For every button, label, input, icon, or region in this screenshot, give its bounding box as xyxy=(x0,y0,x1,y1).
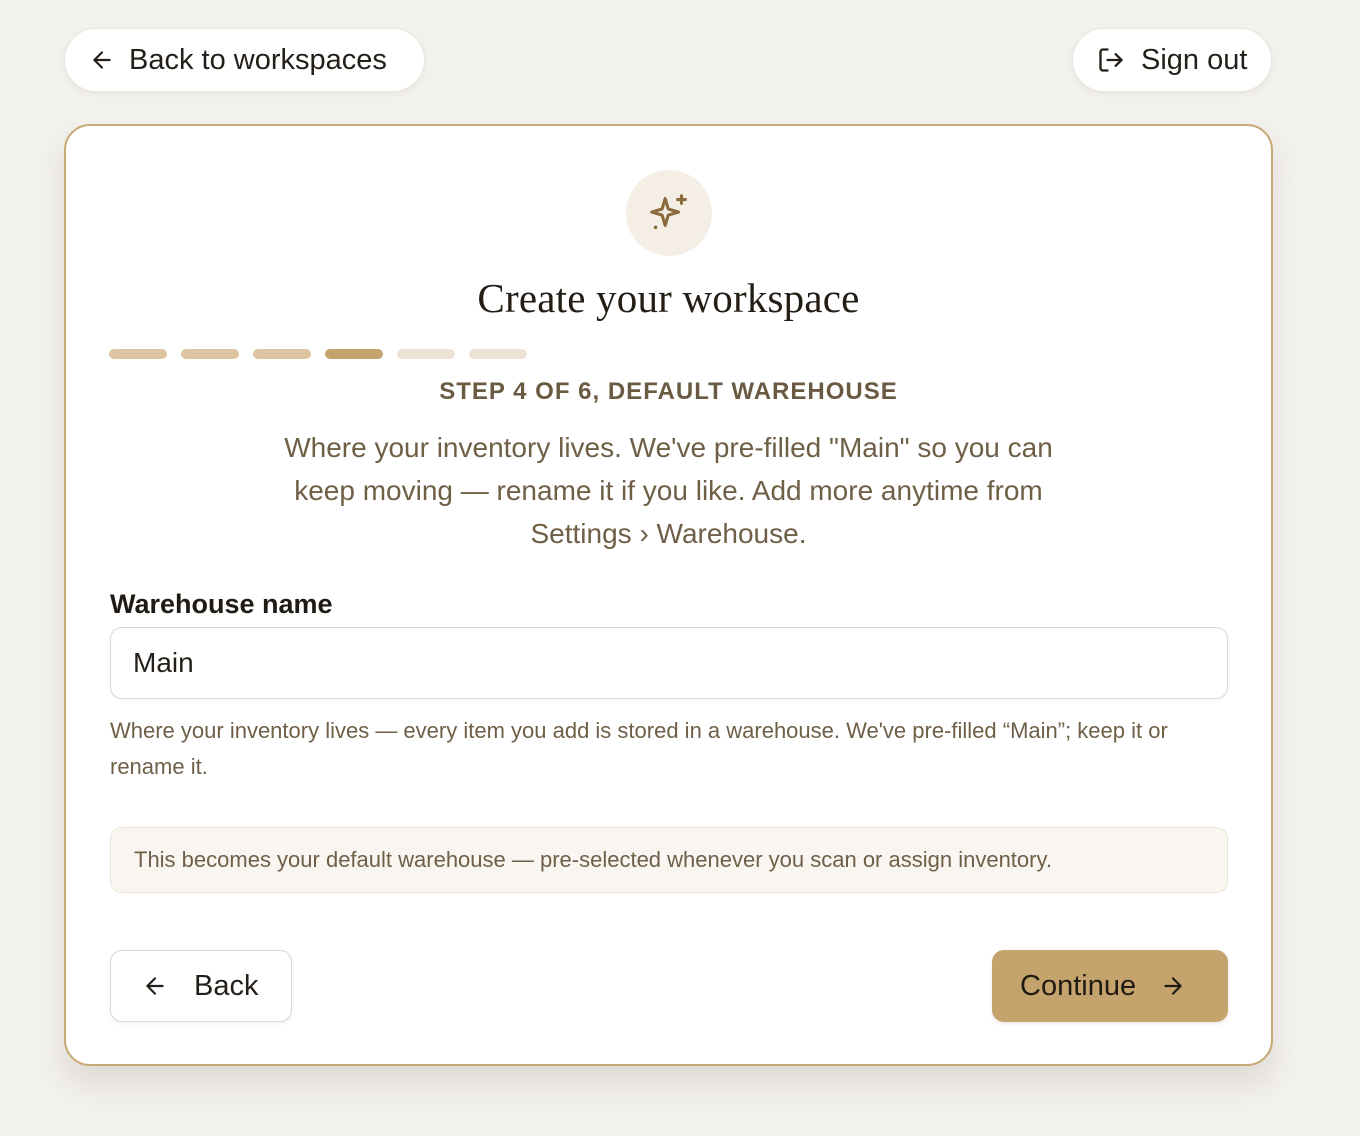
back-button-label: Back xyxy=(194,969,259,1002)
back-to-workspaces-button[interactable]: Back to workspaces xyxy=(64,28,425,92)
step-progress xyxy=(109,349,527,359)
warehouse-name-input[interactable] xyxy=(110,627,1228,699)
arrow-right-icon xyxy=(1160,973,1186,999)
warehouse-name-label: Warehouse name xyxy=(110,589,333,619)
continue-button[interactable]: Continue xyxy=(992,950,1228,1022)
warehouse-help-text: Where your inventory lives — every item … xyxy=(110,718,1168,779)
onboarding-card: Create your workspace STEP 4 OF 6, DEFAU… xyxy=(64,124,1273,1066)
sign-out-button[interactable]: Sign out xyxy=(1072,28,1272,92)
continue-button-label: Continue xyxy=(1020,969,1137,1002)
sparkles-icon xyxy=(646,190,692,236)
back-button[interactable]: Back xyxy=(110,950,292,1022)
log-out-icon xyxy=(1097,46,1125,74)
progress-segment xyxy=(253,349,311,359)
progress-segment xyxy=(109,349,167,359)
default-warehouse-note: This becomes your default warehouse — pr… xyxy=(110,827,1228,893)
sparkles-badge xyxy=(626,170,712,256)
progress-segment xyxy=(469,349,527,359)
sign-out-label: Sign out xyxy=(1141,43,1248,76)
step-description: Where your inventory lives. We've pre-fi… xyxy=(284,432,1053,549)
progress-segment xyxy=(325,349,383,359)
arrow-left-icon xyxy=(89,47,115,73)
default-warehouse-note-text: This becomes your default warehouse — pr… xyxy=(134,847,1052,872)
arrow-left-icon xyxy=(142,973,168,999)
progress-segment xyxy=(397,349,455,359)
progress-segment xyxy=(181,349,239,359)
back-to-workspaces-label: Back to workspaces xyxy=(129,43,387,76)
step-label: STEP 4 OF 6, DEFAULT WAREHOUSE xyxy=(439,378,898,405)
page-title: Create your workspace xyxy=(477,275,860,321)
